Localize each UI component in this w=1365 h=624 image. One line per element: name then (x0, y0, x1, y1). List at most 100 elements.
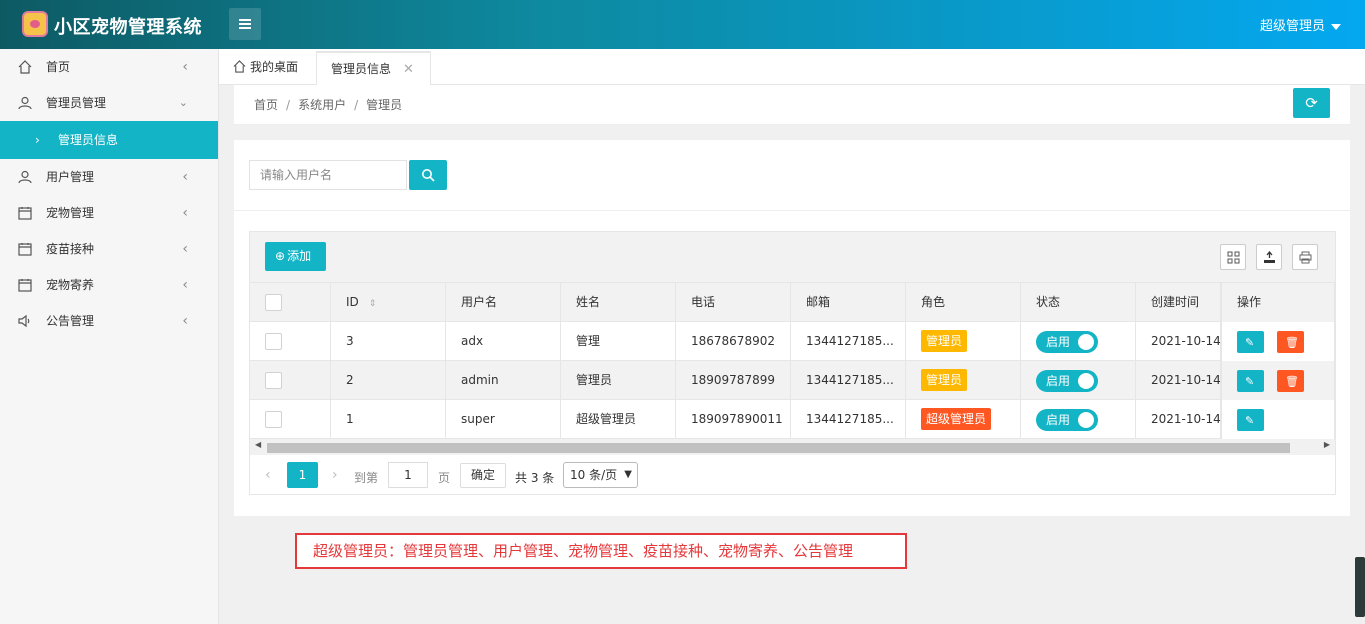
printer-icon (1299, 251, 1312, 264)
cell-actions: ✎ 🗑 (1221, 361, 1335, 400)
delete-button[interactable]: 🗑 (1277, 331, 1304, 353)
edit-button[interactable]: ✎ (1237, 409, 1264, 431)
pagination: ‹ 1 › 到第 1 页 确定 共 3 条 10 条/页 ▼ (250, 457, 1335, 495)
app-logo-icon (22, 11, 48, 37)
print-button[interactable] (1292, 244, 1318, 270)
menu-toggle-button[interactable] (229, 8, 261, 40)
status-toggle[interactable]: 启用 (1036, 370, 1098, 392)
cell-id: 1 (331, 400, 446, 439)
cell-status: 启用 (1021, 322, 1136, 361)
cell-phone: 18678678902 (676, 322, 791, 361)
status-toggle[interactable]: 启用 (1036, 409, 1098, 431)
add-icon: ⊕ (275, 249, 286, 263)
scroll-left-icon[interactable]: ◀ (255, 440, 261, 449)
select-all-checkbox[interactable] (265, 294, 282, 311)
column-header: 电话 (676, 283, 791, 322)
sidebar-item-admin-info[interactable]: › 管理员信息 (0, 121, 218, 159)
role-badge: 管理员 (921, 369, 968, 391)
columns-filter-button[interactable] (1220, 244, 1246, 270)
export-button[interactable] (1256, 244, 1282, 270)
sidebar-item-pet-boarding[interactable]: 宠物寄养 ‹ (0, 267, 218, 303)
table-row: 1 super 超级管理员 189097890011 1344127185...… (250, 400, 1335, 439)
column-header: 用户名 (446, 283, 561, 322)
search-button[interactable] (409, 160, 447, 190)
column-header: 姓名 (561, 283, 676, 322)
column-header: 角色 (906, 283, 1021, 322)
table-row: 2 admin 管理员 18909787899 1344127185... 管理… (250, 361, 1335, 400)
grid-icon (1227, 251, 1240, 264)
sidebar-item-home[interactable]: 首页 ‹ (0, 49, 218, 85)
sidebar-item-user-management[interactable]: 用户管理 ‹ (0, 159, 218, 195)
status-label: 启用 (1046, 413, 1071, 427)
chevron-left-icon: ‹ (182, 313, 188, 329)
home-icon (233, 60, 246, 73)
pencil-icon: ✎ (1245, 375, 1255, 388)
status-toggle[interactable]: 启用 (1036, 331, 1098, 353)
toggle-knob (1078, 373, 1094, 389)
cell-actions: ✎ 🗑 (1221, 322, 1335, 361)
sidebar-item-admin-management[interactable]: 管理员管理 ⌄ (0, 85, 218, 121)
table-row: 3 adx 管理 18678678902 1344127185... 管理员 启… (250, 322, 1335, 361)
sidebar: 首页 ‹ 管理员管理 ⌄ › 管理员信息 用户管理 ‹ 宠物管理 ‹ 疫苗接种 ‹ 宠物寄… (0, 49, 219, 624)
cell-email: 1344127185... (791, 400, 906, 439)
chevron-down-icon: ⌄ (178, 96, 188, 109)
column-header: 状态 (1021, 283, 1136, 322)
user-menu[interactable]: 超级管理员 (1260, 15, 1341, 34)
chevron-left-icon: ‹ (182, 277, 188, 293)
cell-created: 2021-10-14 2 (1136, 361, 1221, 400)
status-label: 启用 (1046, 335, 1071, 349)
page-jump-confirm-button[interactable]: 确定 (460, 463, 506, 488)
row-checkbox[interactable] (265, 411, 282, 428)
role-badge: 管理员 (921, 330, 968, 352)
sidebar-item-announcement[interactable]: 公告管理 ‹ (0, 303, 218, 339)
breadcrumb-item[interactable]: 系统用户 (298, 98, 346, 112)
prev-page-icon[interactable]: ‹ (265, 467, 271, 483)
scroll-right-icon[interactable]: ▶ (1324, 440, 1330, 449)
header-id[interactable]: ID ⇕ (331, 283, 446, 322)
column-header: 创建时间 (1136, 283, 1221, 322)
refresh-button[interactable]: ⟳ (1293, 88, 1330, 118)
next-page-icon[interactable]: › (332, 467, 338, 483)
cell-actions: ✎ (1221, 400, 1335, 439)
sidebar-item-label: 公告管理 (46, 314, 95, 328)
top-header: 小区宠物管理系统 超级管理员 (0, 0, 1365, 49)
divider (234, 210, 1350, 211)
cell-name: 管理员 (561, 361, 676, 400)
tab-label: 管理员信息 (331, 62, 392, 76)
page-size-select[interactable]: 10 条/页 ▼ (563, 462, 638, 488)
delete-button[interactable]: 🗑 (1277, 370, 1304, 392)
cell-username: admin (446, 361, 561, 400)
horizontal-scrollbar[interactable]: ◀ ▶ (250, 439, 1335, 455)
sidebar-item-pet-management[interactable]: 宠物管理 ‹ (0, 195, 218, 231)
app-title: 小区宠物管理系统 (54, 17, 202, 38)
breadcrumb-item[interactable]: 首页 (254, 98, 278, 112)
page-number-current[interactable]: 1 (287, 462, 318, 488)
sort-icon[interactable]: ⇕ (369, 299, 377, 309)
edit-button[interactable]: ✎ (1237, 331, 1264, 353)
breadcrumb: 首页 / 系统用户 / 管理员 (254, 98, 403, 112)
table-toolbar: ⊕ 添加 (250, 232, 1335, 283)
sidebar-item-label: 疫苗接种 (46, 242, 95, 256)
page-size-value: 10 条/页 (570, 468, 618, 482)
add-button[interactable]: ⊕ 添加 (265, 242, 326, 271)
calendar-icon (18, 207, 32, 220)
search-input[interactable]: 请输入用户名 (249, 160, 407, 190)
page-jump-input[interactable]: 1 (388, 462, 428, 488)
user-name: 超级管理员 (1259, 19, 1325, 34)
row-checkbox[interactable] (265, 333, 282, 350)
chevron-left-icon: ‹ (182, 169, 188, 185)
calendar-icon (18, 279, 32, 292)
tab-admin-info[interactable]: 管理员信息 ✕ (316, 51, 431, 85)
close-icon[interactable]: ✕ (403, 62, 414, 77)
column-header: ID (346, 295, 359, 309)
cell-id: 3 (331, 322, 446, 361)
sidebar-item-vaccination[interactable]: 疫苗接种 ‹ (0, 231, 218, 267)
sidebar-item-label: 宠物管理 (46, 206, 95, 220)
row-select (250, 322, 331, 361)
scrollbar-thumb[interactable] (267, 443, 1290, 453)
tab-desktop[interactable]: 我的桌面 (233, 51, 298, 85)
edit-button[interactable]: ✎ (1237, 370, 1264, 392)
column-header: 操作 (1221, 283, 1335, 322)
user-icon (18, 170, 32, 184)
row-checkbox[interactable] (265, 372, 282, 389)
